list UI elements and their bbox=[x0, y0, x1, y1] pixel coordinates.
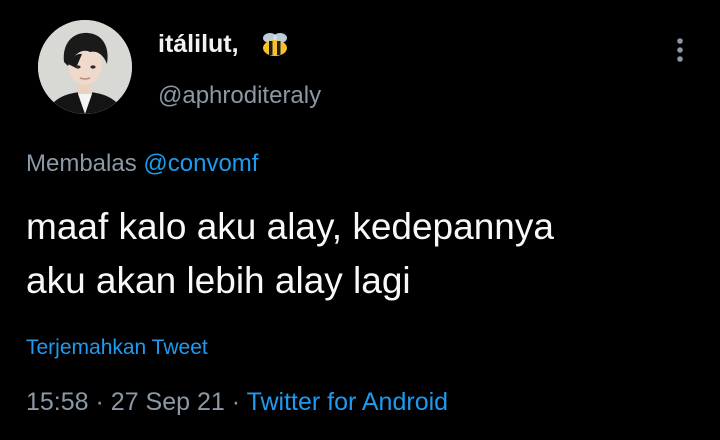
reply-mention-link[interactable]: @convomf bbox=[143, 150, 258, 177]
tweet-text: maaf kalo aku alay, kedepannya aku akan … bbox=[26, 200, 706, 308]
reply-prefix: Membalas bbox=[26, 150, 137, 177]
meta-separator: · bbox=[95, 388, 104, 416]
avatar[interactable] bbox=[38, 20, 132, 114]
display-name[interactable]: itálilut, bbox=[158, 30, 239, 59]
user-handle[interactable]: @aphroditeraly bbox=[158, 82, 321, 110]
meta-separator: · bbox=[231, 388, 241, 416]
tweet-meta: 15:58 · 27 Sep 21 · Twitter for Android bbox=[26, 388, 448, 417]
bee-emoji-icon bbox=[260, 32, 290, 58]
tweet-text-line-2: aku akan lebih alay lagi bbox=[26, 260, 411, 301]
avatar-image bbox=[38, 20, 132, 114]
more-vertical-icon[interactable] bbox=[670, 34, 690, 66]
tweet-time[interactable]: 15:58 bbox=[26, 388, 89, 416]
tweet-source-link[interactable]: Twitter for Android bbox=[247, 388, 448, 416]
reply-context: Membalas @convomf bbox=[26, 150, 258, 178]
tweet-text-line-1: maaf kalo aku alay, kedepannya bbox=[26, 206, 554, 247]
tweet-date[interactable]: 27 Sep 21 bbox=[111, 388, 225, 416]
translate-tweet-link[interactable]: Terjemahkan Tweet bbox=[26, 336, 208, 360]
